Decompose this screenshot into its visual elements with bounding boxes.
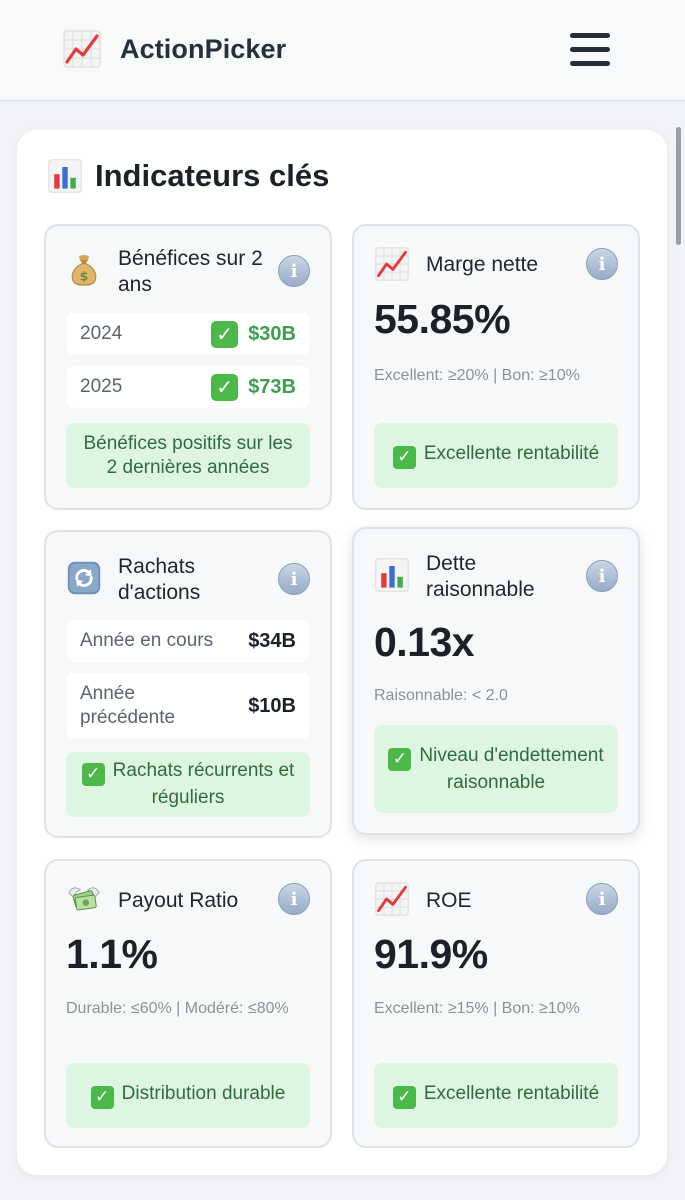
card-title: Bénéfices sur 2 ans (118, 247, 263, 296)
verdict-badge: Bénéfices positifs sur les 2 dernières a… (66, 423, 310, 488)
info-icon[interactable]: i (586, 248, 618, 280)
verdict-badge: ✓ Rachats récurrents et réguliers (66, 752, 310, 817)
card-title: Payout Ratio (118, 889, 239, 912)
info-icon[interactable]: i (278, 883, 310, 915)
threshold-text: Excellent: ≥15% | Bon: ≥10% (374, 1000, 580, 1017)
scrollbar[interactable] (676, 127, 681, 245)
list-item: 2024 ✓ $30B (66, 313, 310, 355)
hamburger-menu-icon[interactable] (566, 31, 614, 69)
app-name: ActionPicker (120, 33, 287, 64)
row-label: 2025 (80, 376, 123, 397)
verdict-badge: ✓ Excellente rentabilité (374, 1063, 618, 1128)
info-icon[interactable]: i (586, 560, 618, 592)
check-mark-icon: ✓ (392, 1086, 416, 1109)
threshold-text: Durable: ≤60% | Modéré: ≤80% (66, 1000, 289, 1017)
list-item: 2025 ✓ $73B (66, 366, 310, 408)
card-payout-ratio: Payout Ratio i 1.1% Durable: ≤60% | Modé… (44, 859, 332, 1148)
metric-value: 55.85% (374, 296, 511, 342)
card-title: Rachats d'actions (118, 555, 201, 604)
verdict-badge: ✓ Distribution durable (66, 1063, 310, 1128)
top-navigation-bar: ActionPicker (0, 0, 685, 101)
card-title: ROE (426, 889, 472, 912)
bar-chart-icon (374, 557, 410, 593)
row-value: ✓ $30B (211, 320, 296, 348)
key-indicators-panel: Indicateurs clés Bénéfices sur 2 ans i 2… (17, 130, 667, 1175)
info-icon[interactable]: i (278, 563, 310, 595)
check-mark-icon: ✓ (211, 320, 239, 348)
metric-value: 1.1% (66, 931, 158, 977)
metric-value: 0.13x (374, 619, 475, 665)
card-benefices: Bénéfices sur 2 ans i 2024 ✓ $30B 2025 ✓ $… (44, 224, 332, 510)
info-icon[interactable]: i (278, 255, 310, 287)
card-dette: Dette raisonnable i 0.13x Raisonnable: <… (352, 527, 640, 835)
card-rachats: Rachats d'actions i Année en cours $34B … (44, 530, 332, 838)
verdict-badge: ✓ Niveau d'endettement raisonnable (374, 725, 618, 813)
list-item: Année précédente $10B (66, 673, 310, 739)
section-title: Indicateurs clés (95, 158, 330, 193)
row-value: $34B (248, 629, 296, 652)
section-heading: Indicateurs clés (47, 158, 329, 194)
row-label: Année précédente (80, 683, 176, 728)
threshold-text: Excellent: ≥20% | Bon: ≥10% (374, 367, 580, 384)
bar-chart-icon (47, 158, 83, 194)
chart-increasing-icon (374, 881, 410, 917)
money-with-wings-icon (66, 881, 102, 917)
check-mark-icon: ✓ (90, 1086, 114, 1109)
repeat-arrows-icon (66, 560, 102, 596)
check-mark-icon: ✓ (211, 373, 239, 401)
check-mark-icon: ✓ (81, 763, 105, 786)
threshold-text: Raisonnable: < 2.0 (374, 687, 508, 704)
check-mark-icon: ✓ (388, 747, 412, 771)
list-item: Année en cours $34B (66, 620, 310, 662)
verdict-badge: ✓ Excellente rentabilité (374, 423, 618, 488)
brand[interactable]: ActionPicker (62, 28, 286, 70)
row-value: $10B (248, 694, 296, 717)
info-icon[interactable]: i (586, 883, 618, 915)
row-label: 2024 (80, 323, 123, 344)
chart-increasing-icon (62, 28, 102, 70)
check-mark-icon: ✓ (392, 446, 416, 469)
row-value: ✓ $73B (211, 373, 296, 401)
row-label: Année en cours (80, 630, 214, 651)
card-roe: ROE i 91.9% Excellent: ≥15% | Bon: ≥10% … (352, 859, 640, 1148)
card-marge-nette: Marge nette i 55.85% Excellent: ≥20% | B… (352, 224, 640, 510)
metric-value: 91.9% (374, 931, 488, 977)
card-title: Marge nette (426, 253, 539, 276)
card-title: Dette raisonnable (426, 552, 535, 601)
money-bag-icon (66, 251, 102, 287)
chart-increasing-icon (374, 246, 410, 282)
